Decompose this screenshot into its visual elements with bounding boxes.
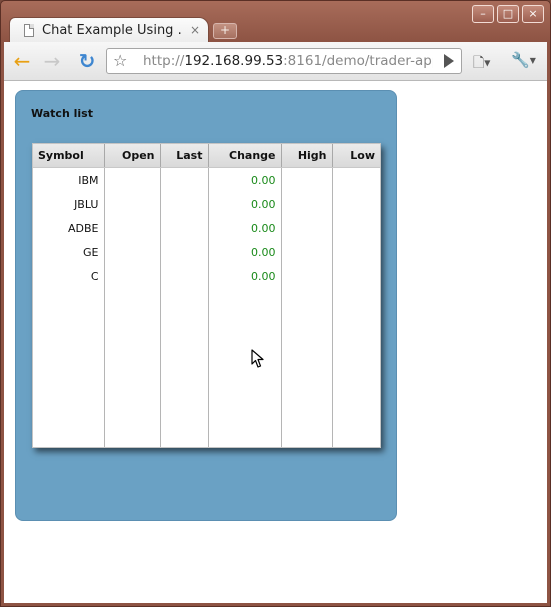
watchlist-table: Symbol Open Last Change High Low IBM 0.0… xyxy=(33,144,380,447)
symbol-cell: IBM xyxy=(33,167,105,192)
symbol-cell: GE xyxy=(33,240,105,264)
page-icon: 🗋 xyxy=(473,55,485,71)
table-row[interactable]: C 0.00 xyxy=(33,264,380,288)
back-arrow-icon[interactable]: ← xyxy=(11,50,33,72)
high-cell xyxy=(281,192,333,216)
maximize-button[interactable]: □ xyxy=(497,5,519,23)
change-cell: 0.00 xyxy=(208,192,282,216)
watchlist-title: Watch list xyxy=(31,107,93,120)
page-viewport: Watch list Symbol Open Last Change High xyxy=(4,81,547,603)
last-cell xyxy=(160,192,209,216)
browser-toolbar: ← → ↻ ☆ http://192.168.99.53:8161/demo/t… xyxy=(4,42,547,81)
forward-arrow-icon[interactable]: → xyxy=(41,50,63,72)
new-tab-button[interactable]: + xyxy=(213,23,237,39)
filler-cell xyxy=(104,288,161,447)
change-cell: 0.00 xyxy=(208,167,282,192)
open-cell xyxy=(104,264,161,288)
column-header-high[interactable]: High xyxy=(281,144,333,168)
last-cell xyxy=(160,264,209,288)
browser-window: – □ × Chat Example Using ... × + ← → ↻ ☆… xyxy=(0,0,551,607)
page-icon xyxy=(24,24,34,37)
wrench-icon: 🔧 xyxy=(511,51,530,69)
change-cell: 0.00 xyxy=(208,216,282,240)
high-cell xyxy=(281,264,333,288)
high-cell xyxy=(281,240,333,264)
page-menu-button[interactable]: 🗋▼ xyxy=(473,52,497,71)
minimize-button[interactable]: – xyxy=(472,5,494,23)
filler-cell xyxy=(332,288,380,447)
chevron-down-icon: ▼ xyxy=(529,56,536,65)
watchlist-panel: Watch list Symbol Open Last Change High xyxy=(15,90,397,521)
column-header-change[interactable]: Change xyxy=(208,144,282,168)
column-header-symbol[interactable]: Symbol xyxy=(33,144,105,168)
wrench-menu-button[interactable]: 🔧▼ xyxy=(511,51,541,71)
low-cell xyxy=(332,240,380,264)
url-text[interactable]: http://192.168.99.53:8161/demo/trader-ap… xyxy=(143,53,433,69)
watchlist-grid: Symbol Open Last Change High Low IBM 0.0… xyxy=(32,143,381,448)
open-cell xyxy=(104,240,161,264)
change-cell: 0.00 xyxy=(208,240,282,264)
column-header-last[interactable]: Last xyxy=(160,144,209,168)
table-row[interactable]: IBM 0.00 xyxy=(33,167,380,193)
filler-cell xyxy=(281,288,333,447)
last-cell xyxy=(160,216,209,240)
symbol-cell: ADBE xyxy=(33,216,105,240)
go-arrow-icon[interactable] xyxy=(444,54,454,68)
window-controls: – □ × xyxy=(472,5,544,23)
tab-title: Chat Example Using ... xyxy=(42,23,182,38)
low-cell xyxy=(332,216,380,240)
low-cell xyxy=(332,192,380,216)
reload-icon[interactable]: ↻ xyxy=(76,50,98,72)
url-host: 192.168.99.53 xyxy=(184,53,284,69)
table-row[interactable]: ADBE 0.00 xyxy=(33,216,380,240)
filler-cell xyxy=(33,288,105,447)
column-header-low[interactable]: Low xyxy=(332,144,380,168)
filler-cell xyxy=(208,288,282,447)
header-row: Symbol Open Last Change High Low xyxy=(33,144,380,168)
open-cell xyxy=(104,167,161,192)
high-cell xyxy=(281,216,333,240)
filler-cell xyxy=(160,288,209,447)
last-cell xyxy=(160,167,209,192)
address-bar[interactable]: ☆ http://192.168.99.53:8161/demo/trader-… xyxy=(106,48,462,74)
close-window-button[interactable]: × xyxy=(522,5,544,23)
url-scheme: http:// xyxy=(143,53,185,69)
low-cell xyxy=(332,168,380,193)
column-header-open[interactable]: Open xyxy=(104,144,161,168)
empty-filler-row xyxy=(33,288,380,447)
mouse-pointer-icon xyxy=(251,349,264,368)
symbol-cell: JBLU xyxy=(33,192,105,216)
high-cell xyxy=(281,167,333,192)
open-cell xyxy=(104,216,161,240)
low-cell xyxy=(332,264,380,288)
url-path: :8161/demo/trader-app- xyxy=(283,53,433,69)
chevron-down-icon: ▼ xyxy=(484,58,491,68)
last-cell xyxy=(160,240,209,264)
change-cell: 0.00 xyxy=(208,264,282,288)
symbol-cell: C xyxy=(33,264,105,288)
tab-close-icon[interactable]: × xyxy=(190,23,200,37)
browser-tab[interactable]: Chat Example Using ... × xyxy=(9,17,209,43)
table-row[interactable]: GE 0.00 xyxy=(33,240,380,264)
open-cell xyxy=(104,192,161,216)
bookmark-star-icon[interactable]: ☆ xyxy=(113,51,127,70)
table-row[interactable]: JBLU 0.00 xyxy=(33,192,380,216)
